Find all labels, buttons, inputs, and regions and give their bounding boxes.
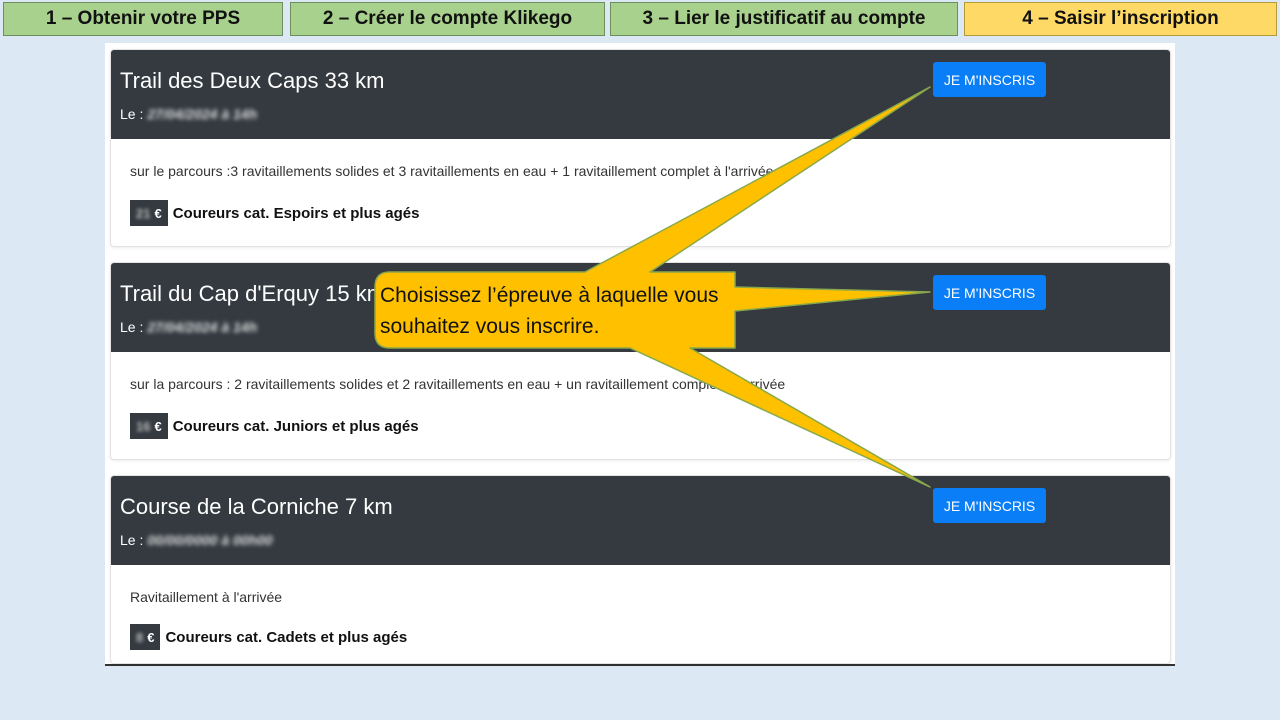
callout-text: Choisissez l’épreuve à laquelle vous sou…	[380, 284, 719, 338]
callout-bubble	[374, 86, 931, 488]
